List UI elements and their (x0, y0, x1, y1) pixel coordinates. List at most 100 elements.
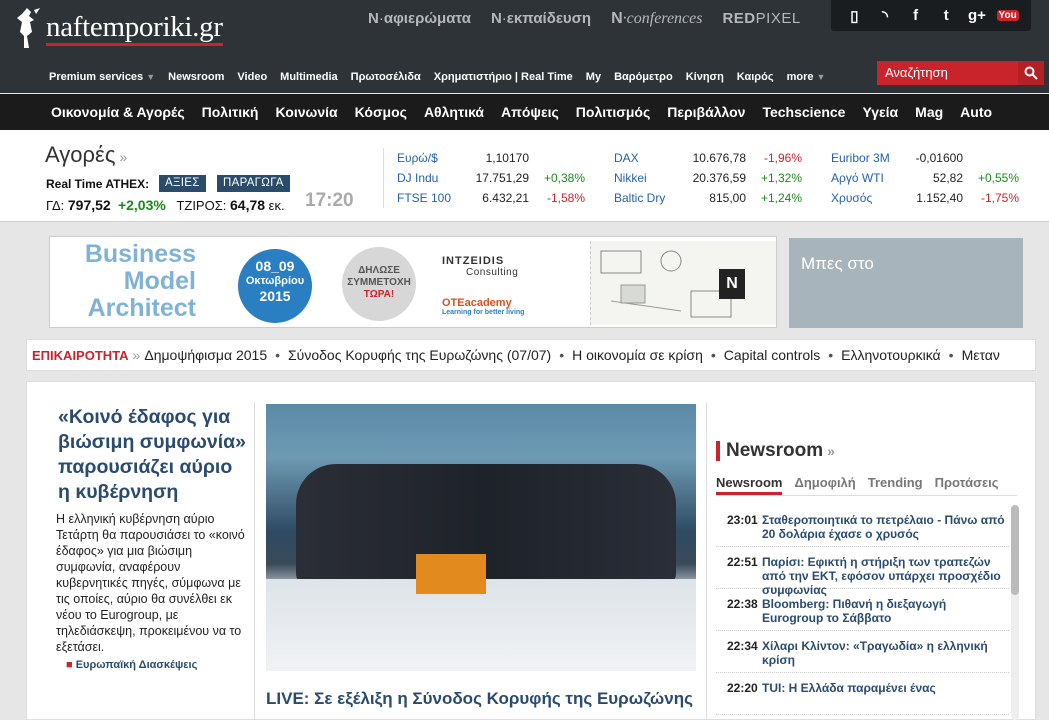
lead-body: Η ελληνική κυβέρνηση αύριο Τετάρτη θα πα… (56, 512, 245, 654)
youtube-icon[interactable]: You (996, 10, 1019, 21)
market-row[interactable]: Αργό WTI 52,82 +0,55% (831, 168, 1019, 188)
realtime-label: Real Time ATHEX: (46, 177, 150, 191)
newsroom-scrollbar[interactable] (1011, 505, 1019, 720)
chevron-right-icon: » (827, 443, 835, 459)
mobile-icon[interactable]: ▯ (843, 7, 865, 25)
lead-headline[interactable]: «Κοινό έδαφος για βιώσιμη συμφωνία» παρο… (46, 402, 254, 505)
logo-text: naftemporiki.gr (46, 11, 223, 46)
rss-icon[interactable]: ◝ (874, 7, 896, 25)
nav-premium-services[interactable]: Premium services ▼ (49, 71, 155, 83)
market-row[interactable]: Nikkei 20.376,59 +1,32% (614, 168, 802, 188)
scrollbar-thumb[interactable] (1011, 505, 1019, 595)
category-sports[interactable]: Αθλητικά (424, 104, 484, 120)
trending-item[interactable]: Capital controls (724, 347, 821, 363)
category-world[interactable]: Κόσμος (355, 104, 407, 120)
derivatives-button[interactable]: ΠΑΡΑΓΩΓΑ (217, 175, 290, 192)
site-logo[interactable]: naftemporiki.gr (12, 6, 223, 50)
list-item[interactable]: 22:34 Χίλαρι Κλίντον: «Τραγωδία» η ελληνι… (716, 631, 1009, 673)
social-links: ▯ ◝ f t g+ You (831, 0, 1031, 31)
brand-link-ekpaideusi[interactable]: N·εκπαίδευση (491, 10, 591, 28)
trending-item[interactable]: Δημοψήφισμα 2015 (144, 347, 267, 363)
trending-item[interactable]: Η οικονομία σε κρίση (572, 347, 703, 363)
brand-link-conferences[interactable]: N·conferences (611, 10, 702, 28)
nav-weather[interactable]: Καιρός (737, 71, 774, 83)
category-opinions[interactable]: Απόψεις (501, 104, 559, 120)
general-index: ΓΔ: 797,52 +2,03% ΤΖΙΡΟΣ: 64,78 εκ. (46, 197, 285, 213)
facebook-icon[interactable]: f (905, 7, 927, 24)
ad-banner-business-model[interactable]: Business Model Architect 08_09 Οκτωβρίου… (49, 236, 777, 328)
chevron-down-icon: ▼ (816, 72, 826, 82)
category-techscience[interactable]: Techscience (762, 104, 845, 120)
trending-item[interactable]: Ελληνοτουρκικά (841, 347, 940, 363)
stocks-button[interactable]: ΑΞΙΕΣ (159, 175, 206, 192)
twitter-icon[interactable]: t (935, 7, 957, 24)
category-economy[interactable]: Οικονομία & Αγορές (51, 104, 185, 120)
newsroom-title[interactable]: Newsroom» (716, 441, 835, 461)
category-auto[interactable]: Auto (960, 104, 992, 120)
trending-label: ΕΠΙΚΑΙΡΟΤΗΤΑ (32, 347, 129, 363)
trending-item[interactable]: Μεταν (962, 347, 1000, 363)
brand-link-redpixel[interactable]: REDPIXEL (722, 10, 800, 28)
tab-newsroom[interactable]: Newsroom (716, 475, 783, 495)
ad-banner-right[interactable]: Μπες στο (789, 238, 1023, 328)
googleplus-icon[interactable]: g+ (966, 7, 988, 24)
list-item[interactable]: 22:51 Παρίσι: Εφικτή η στήριξη των τραπεζ… (716, 547, 1009, 597)
banner-date-badge: 08_09 Οκτωβρίου 2015 (238, 249, 312, 323)
newsroom-tabs: Newsroom Δημοφιλή Trending Προτάσεις (716, 475, 999, 495)
market-row[interactable]: Baltic Dry 815,00 +1,24% (614, 188, 802, 208)
chevron-right-icon: » (132, 347, 141, 363)
market-row[interactable]: Ευρώ/$ 1,10170 (397, 148, 585, 168)
tab-suggestions[interactable]: Προτάσεις (935, 475, 999, 495)
category-politics[interactable]: Πολιτική (202, 104, 259, 120)
nav-newsroom[interactable]: Newsroom (168, 71, 224, 83)
markets-panel: Αγορές» Real Time ATHEX: ΑΞΙΕΣ ΠΑΡΑΓΩΓΑ … (0, 130, 1049, 222)
summit-photo[interactable] (266, 404, 696, 671)
nav-frontpages[interactable]: Πρωτοσέλιδα (351, 71, 421, 83)
top-header: naftemporiki.gr N·αφιερώματα N·εκπαίδευσ… (0, 0, 1049, 93)
market-row[interactable]: FTSE 100 6.432,21 -1,58% (397, 188, 585, 208)
category-environment[interactable]: Περιβάλλον (667, 104, 745, 120)
related-link[interactable]: ■ Ευρωπαϊκή Διασκέψεις (46, 659, 254, 671)
market-row[interactable]: DJ Indu 17.751,29 +0,38% (397, 168, 585, 188)
chevron-down-icon: ▼ (146, 72, 156, 82)
category-culture[interactable]: Πολιτισμός (576, 104, 650, 120)
nav-more[interactable]: more ▼ (787, 71, 826, 83)
newsroom-sidebar: Newsroom» Newsroom Δημοφιλή Trending Προ… (706, 403, 1024, 720)
tab-popular[interactable]: Δημοφιλή (794, 475, 855, 495)
photo-caption[interactable]: LIVE: Σε εξέλιξη η Σύνοδος Κορυφής της Ε… (266, 688, 696, 709)
tab-trending[interactable]: Trending (868, 475, 923, 495)
search-button[interactable] (1018, 61, 1044, 85)
top-nav: Premium services ▼ Newsroom Video Multim… (49, 71, 838, 83)
markets-divider (383, 148, 384, 208)
category-nav: Οικονομία & Αγορές Πολιτική Κοινωνία Κόσ… (0, 94, 1049, 130)
category-society[interactable]: Κοινωνία (275, 104, 337, 120)
trending-bar: ΕΠΙΚΑΙΡΟΤΗΤΑ» Δημοψήφισμα 2015 • Σύνοδος … (26, 339, 1036, 371)
nav-multimedia[interactable]: Multimedia (280, 71, 337, 83)
sketch-drawing (600, 250, 732, 318)
market-column: DAX 10.676,78 -1,96% Nikkei 20.376,59 +1,32%… (614, 148, 802, 208)
market-row[interactable]: Euribor 3M -0,01600 (831, 148, 1019, 168)
market-row[interactable]: DAX 10.676,78 -1,96% (614, 148, 802, 168)
list-item[interactable]: 22:20 TUI: Η Ελλάδα παραμένει ένας (716, 673, 1009, 715)
nav-my[interactable]: My (586, 71, 601, 83)
nav-video[interactable]: Video (237, 71, 267, 83)
hermes-logo-icon (17, 8, 40, 48)
list-item[interactable]: 22:38 Bloomberg: Πιθανή η διεξαγωγή Eurog… (716, 589, 1009, 631)
tabs-divider (716, 495, 1017, 496)
markets-title[interactable]: Αγορές» (45, 142, 127, 168)
brand-link-afieromata[interactable]: N·αφιερώματα (368, 10, 471, 28)
sponsor-intzeidis: INTZEIDIS Consulting (442, 255, 519, 278)
market-row[interactable]: Χρυσός 1.152,40 -1,75% (831, 188, 1019, 208)
nav-stock-market[interactable]: Χρηματιστήριο | Real Time (434, 71, 573, 83)
search-input[interactable]: Αναζήτηση (877, 61, 1018, 85)
nav-barometer[interactable]: Βαρόμετρο (614, 71, 673, 83)
search-icon (1024, 66, 1038, 80)
banner-sketch-image: N (590, 241, 776, 325)
category-health[interactable]: Υγεία (862, 104, 898, 120)
sketch-logo: N (719, 269, 745, 299)
category-mag[interactable]: Mag (915, 104, 943, 120)
market-column: Ευρώ/$ 1,10170 DJ Indu 17.751,29 +0,38% FTS… (397, 148, 585, 208)
trending-item[interactable]: Σύνοδος Κορυφής της Ευρωζώνης (07/07) (288, 347, 551, 363)
list-item[interactable]: 23:01 Σταθεροποιητικά το πετρέλαιο - Πάνω… (716, 505, 1009, 547)
nav-traffic[interactable]: Κίνηση (686, 71, 724, 83)
